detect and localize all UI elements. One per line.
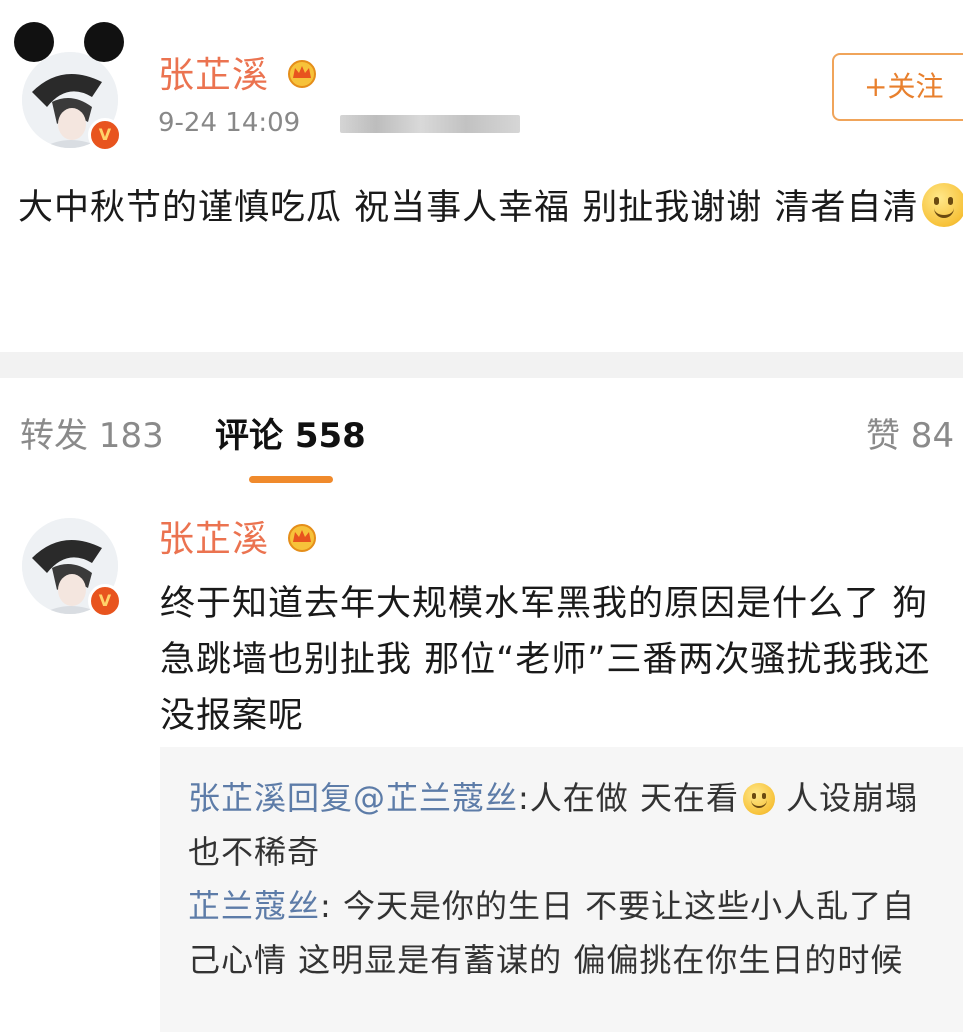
comment-author-text: 张芷溪 (158, 519, 270, 560)
post-author-avatar[interactable]: V (14, 22, 124, 152)
author-name-text: 张芷溪 (158, 55, 270, 96)
reply-author[interactable]: 芷兰蔻丝 (188, 887, 320, 925)
smile-emoji-icon (922, 183, 963, 227)
tab-repost[interactable]: 转发 183 (20, 412, 164, 460)
follow-button[interactable]: +关注 (832, 53, 963, 121)
section-divider (0, 352, 963, 378)
verified-badge-icon: V (88, 118, 122, 152)
tab-comment[interactable]: 评论 558 (215, 412, 366, 460)
reply-text-before: :人在做 天在看 (518, 779, 739, 817)
comment-author-name[interactable]: 张芷溪 (158, 520, 319, 561)
reply-author[interactable]: 张芷溪回复@芷兰蔻丝 (188, 779, 518, 817)
post-author-name[interactable]: 张芷溪 (158, 56, 319, 97)
reply-item: 张芷溪回复@芷兰蔻丝:人在做 天在看 人设崩塌也不稀奇 (188, 771, 948, 879)
comment-author-avatar[interactable]: V (22, 518, 122, 618)
crown-icon (285, 521, 319, 561)
tab-active-indicator (249, 476, 333, 483)
reply-item: 芷兰蔻丝: 今天是你的生日 不要让这些小人乱了自己心情 这明显是有蓄谋的 偏偏挑… (188, 879, 948, 987)
crown-icon (285, 57, 319, 97)
reply-container[interactable]: 张芷溪回复@芷兰蔻丝:人在做 天在看 人设崩塌也不稀奇 芷兰蔻丝: 今天是你的生… (160, 747, 963, 1032)
ear-left-icon (14, 22, 54, 62)
blurred-source (340, 115, 520, 133)
post-text-content: 大中秋节的谨慎吃瓜 祝当事人幸福 别扯我谢谢 清者自清 (18, 188, 919, 228)
ear-right-icon (84, 22, 124, 62)
verified-badge-icon: V (88, 584, 122, 618)
tab-like[interactable]: 赞 84 (866, 412, 954, 460)
smile-emoji-icon (742, 783, 775, 815)
post-time: 9-24 14:09 (158, 108, 301, 138)
comment-text: 终于知道去年大规模水军黑我的原因是什么了 狗急跳墙也别扯我 那位“老师”三番两次… (160, 584, 931, 736)
post-text: 大中秋节的谨慎吃瓜 祝当事人幸福 别扯我谢谢 清者自清 (18, 180, 963, 236)
